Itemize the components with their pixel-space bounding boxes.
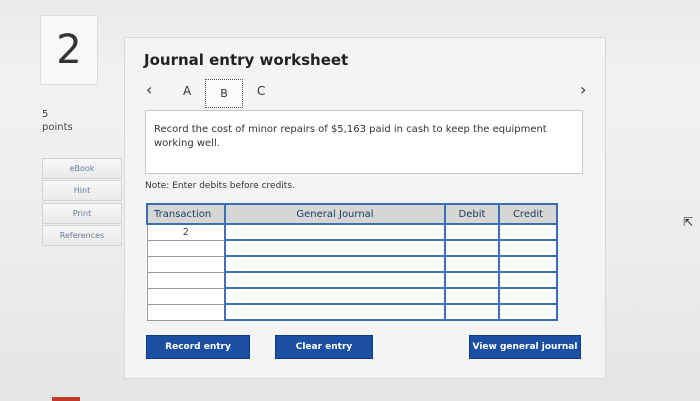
question-box: Record the cost of minor repairs of $5,1…	[145, 110, 583, 174]
debit-input[interactable]	[444, 271, 500, 289]
red-tab-marker	[52, 397, 80, 401]
question-text: Record the cost of minor repairs of $5,1…	[154, 124, 547, 149]
table-header-row: Transaction General Journal Debit Credit	[146, 203, 558, 225]
transaction-cell	[146, 255, 226, 273]
question-number: 2	[40, 15, 98, 85]
tab-a[interactable]: A	[183, 84, 191, 98]
debit-input[interactable]	[444, 223, 500, 241]
credit-input[interactable]	[498, 255, 558, 273]
sidebar-item-print[interactable]: Print	[42, 203, 122, 224]
tab-c[interactable]: C	[257, 84, 265, 98]
credit-input[interactable]	[498, 303, 558, 321]
table-row	[146, 255, 558, 273]
chevron-right-icon[interactable]: ›	[580, 80, 586, 99]
credit-input[interactable]	[498, 223, 558, 241]
sidebar-item-ebook[interactable]: eBook	[42, 158, 122, 179]
table-row	[146, 271, 558, 289]
transaction-cell	[146, 287, 226, 305]
header-credit: Credit	[498, 203, 558, 225]
header-debit: Debit	[444, 203, 500, 225]
account-input[interactable]	[224, 303, 446, 321]
sidebar-item-references[interactable]: References	[42, 225, 122, 246]
debit-input[interactable]	[444, 255, 500, 273]
journal-table: Transaction General Journal Debit Credit…	[146, 203, 558, 321]
header-general-journal: General Journal	[224, 203, 446, 225]
points-value: 5	[42, 109, 49, 120]
table-row	[146, 303, 558, 321]
debit-input[interactable]	[444, 287, 500, 305]
debit-input[interactable]	[444, 303, 500, 321]
table-row	[146, 239, 558, 257]
points: 5 points	[42, 108, 73, 134]
account-input[interactable]	[224, 223, 446, 241]
account-input[interactable]	[224, 239, 446, 257]
credit-input[interactable]	[498, 271, 558, 289]
record-entry-button[interactable]: Record entry	[146, 335, 250, 359]
credit-input[interactable]	[498, 287, 558, 305]
transaction-cell: 2	[146, 223, 226, 241]
account-input[interactable]	[224, 255, 446, 273]
worksheet-title: Journal entry worksheet	[144, 51, 349, 69]
table-row	[146, 287, 558, 305]
account-input[interactable]	[224, 271, 446, 289]
account-input[interactable]	[224, 287, 446, 305]
transaction-cell	[146, 271, 226, 289]
points-label: points	[42, 122, 73, 133]
chevron-left-icon[interactable]: ‹	[146, 80, 152, 99]
view-general-journal-button[interactable]: View general journal	[469, 335, 581, 359]
header-transaction: Transaction	[146, 203, 226, 225]
credit-input[interactable]	[498, 239, 558, 257]
note: Note: Enter debits before credits.	[145, 181, 295, 191]
transaction-cell	[146, 303, 226, 321]
debit-input[interactable]	[444, 239, 500, 257]
clear-entry-button[interactable]: Clear entry	[275, 335, 373, 359]
table-row: 2	[146, 223, 558, 241]
cursor-icon: ⇱	[683, 215, 694, 229]
sidebar-item-hint[interactable]: Hint	[42, 180, 122, 201]
tab-b[interactable]: B	[205, 79, 243, 108]
transaction-cell	[146, 239, 226, 257]
